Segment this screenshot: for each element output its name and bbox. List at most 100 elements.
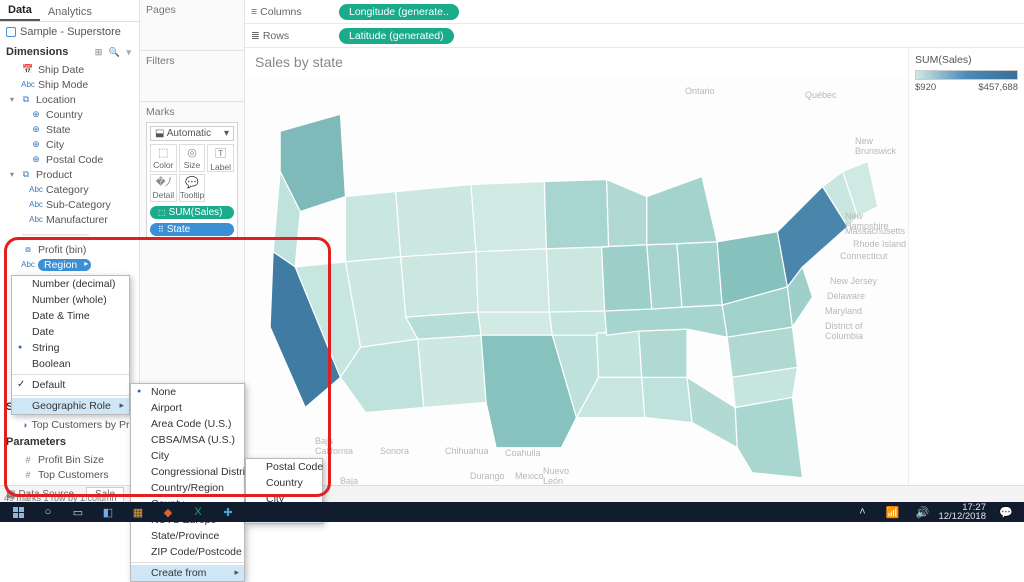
mark-detail-button[interactable]: �⵰Detail xyxy=(150,174,177,202)
field-postal-code[interactable]: ⊕Postal Code xyxy=(0,152,139,167)
menu-item-city[interactable]: City xyxy=(131,448,244,464)
globe-icon: ⊕ xyxy=(30,109,42,120)
abc-icon: Abc xyxy=(30,200,42,209)
menu-item-geographic-role[interactable]: Geographic Role xyxy=(12,398,129,414)
map-label: Maryland xyxy=(825,306,862,316)
field-location-hierarchy[interactable]: ▾⧉Location xyxy=(0,92,139,107)
filters-shelf[interactable]: Filters xyxy=(146,55,238,67)
menu-item-string[interactable]: String xyxy=(12,340,129,356)
taskbar-app[interactable]: ◧ xyxy=(94,502,122,522)
abc-icon: Abc xyxy=(22,260,34,269)
taskbar-app[interactable]: ▦ xyxy=(124,502,152,522)
datasource-row[interactable]: Sample - Superstore xyxy=(0,22,139,42)
field-city[interactable]: ⊕City xyxy=(0,137,139,152)
menu-item-cf-country[interactable]: Country xyxy=(246,475,322,491)
detail-icon: �⵰ xyxy=(156,176,171,189)
label-icon: 🅃 xyxy=(215,145,226,161)
tray-network-icon[interactable]: 📶 xyxy=(878,502,906,522)
rows-shelf[interactable]: ≣Rows Latitude (generated) xyxy=(245,24,1024,48)
rows-pill-latitude[interactable]: Latitude (generated) xyxy=(339,28,454,44)
tray-up-icon[interactable]: ˄ xyxy=(848,502,876,522)
map-viz[interactable]: United States xyxy=(245,76,908,502)
menu-item-area-code[interactable]: Area Code (U.S.) xyxy=(131,416,244,432)
menu-item-congressional-district[interactable]: Congressional District (U.S.) xyxy=(131,464,244,480)
menu-item-boolean[interactable]: Boolean xyxy=(12,356,129,372)
globe-icon: ⊕ xyxy=(30,139,42,150)
worksheet-title[interactable]: Sales by state xyxy=(245,48,908,76)
menu-item-state-province[interactable]: State/Province xyxy=(131,528,244,544)
field-subcategory[interactable]: AbcSub-Category xyxy=(0,197,139,212)
mark-tooltip-button[interactable]: 💬Tooltip xyxy=(179,174,206,202)
mark-label-button[interactable]: 🅃Label xyxy=(207,144,234,172)
taskbar-app[interactable]: ◆ xyxy=(154,502,182,522)
menu-item-zip[interactable]: ZIP Code/Postcode xyxy=(131,544,244,560)
menu-item-country-region[interactable]: Country/Region xyxy=(131,480,244,496)
param-icon: # xyxy=(22,455,34,465)
map-label: Baja California xyxy=(315,436,353,456)
field-country[interactable]: ⊕Country xyxy=(0,107,139,122)
hierarchy-icon: ⧉ xyxy=(20,169,32,180)
field-ship-mode[interactable]: AbcShip Mode xyxy=(0,77,139,92)
field-product-hierarchy[interactable]: ▾⧉Product xyxy=(0,167,139,182)
map-label: Nuevo León xyxy=(543,466,569,486)
menu-item-date-time[interactable]: Date & Time xyxy=(12,308,129,324)
columns-pill-longitude[interactable]: Longitude (generate.. xyxy=(339,4,459,20)
menu-item-cf-postal[interactable]: Postal Code xyxy=(246,459,322,475)
field-profit-bin[interactable]: ⧇Profit (bin) xyxy=(0,242,139,257)
region-pill[interactable]: Region xyxy=(38,259,91,271)
set-top-customers-profit[interactable]: ◑Top Customers by Pro xyxy=(0,417,139,432)
mark-color-button[interactable]: ⬚Color xyxy=(150,144,177,172)
tray-volume-icon[interactable]: 🔊 xyxy=(908,502,936,522)
menu-item-none[interactable]: None xyxy=(131,384,244,400)
param-top-customers[interactable]: #Top Customers xyxy=(0,467,139,482)
map-label: Québec xyxy=(805,90,837,100)
cortana-button[interactable]: ○ xyxy=(34,502,62,522)
calendar-icon: 📅 xyxy=(22,64,34,75)
marks-header: Marks xyxy=(146,106,238,118)
set-icon: ◑ xyxy=(22,420,27,430)
menu-item-number-whole[interactable]: Number (whole) xyxy=(12,292,129,308)
mark-size-button[interactable]: ◎Size xyxy=(179,144,206,172)
menu-item-number-decimal[interactable]: Number (decimal) xyxy=(12,276,129,292)
task-view-button[interactable]: ▭ xyxy=(64,502,92,522)
color-icon: ⬚ xyxy=(158,208,166,217)
menu-item-create-from[interactable]: Create from xyxy=(131,565,244,581)
start-button[interactable] xyxy=(4,502,32,522)
marks-pill-sum-sales[interactable]: ⬚SUM(Sales) xyxy=(150,206,234,219)
menu-item-airport[interactable]: Airport xyxy=(131,400,244,416)
field-category[interactable]: AbcCategory xyxy=(0,182,139,197)
globe-icon: ⊕ xyxy=(30,154,42,165)
chevron-down-icon: ▾ xyxy=(224,128,229,139)
color-icon: ⬚ xyxy=(158,146,168,159)
columns-shelf[interactable]: ≡Columns Longitude (generate.. xyxy=(245,0,1024,24)
dimensions-tools[interactable]: ⊞ 🔍 ▾ xyxy=(95,47,133,58)
field-region[interactable]: Abc Region xyxy=(0,257,139,272)
field-state[interactable]: ⊕State xyxy=(0,122,139,137)
taskbar-app[interactable]: X xyxy=(184,502,212,522)
mark-type-dropdown[interactable]: ⬓ Automatic▾ xyxy=(150,126,234,141)
menu-item-default[interactable]: Default xyxy=(12,377,129,393)
menu-item-date[interactable]: Date xyxy=(12,324,129,340)
collapse-icon[interactable]: ▾ xyxy=(10,95,14,104)
bin-icon: ⧇ xyxy=(22,244,34,255)
menu-item-cbsa[interactable]: CBSA/MSA (U.S.) xyxy=(131,432,244,448)
map-label: Chihuahua xyxy=(445,446,489,456)
color-legend[interactable]: SUM(Sales) $920 $457,688 xyxy=(909,48,1024,502)
collapse-icon[interactable]: ▾ xyxy=(10,170,14,179)
tab-data[interactable]: Data xyxy=(0,1,40,21)
field-ship-date[interactable]: 📅Ship Date xyxy=(0,62,139,77)
legend-title: SUM(Sales) xyxy=(915,54,1018,66)
marks-pill-state[interactable]: ⠿State xyxy=(150,223,234,236)
param-profit-bin-size[interactable]: #Profit Bin Size xyxy=(0,452,139,467)
datasource-icon xyxy=(6,27,16,37)
map-label: Massachusetts xyxy=(845,226,905,236)
field-manufacturer[interactable]: AbcManufacturer xyxy=(0,212,139,227)
rows-icon: ≣ xyxy=(251,30,260,42)
tab-analytics[interactable]: Analytics xyxy=(40,3,100,21)
map-label: Delaware xyxy=(827,291,865,301)
abc-icon: Abc xyxy=(22,80,34,89)
taskbar-tableau[interactable]: ✚ xyxy=(214,502,242,522)
action-center-icon[interactable]: 💬 xyxy=(992,502,1020,522)
pages-shelf[interactable]: Pages xyxy=(146,4,238,16)
taskbar-clock[interactable]: 17:27 12/12/2018 xyxy=(938,503,990,522)
